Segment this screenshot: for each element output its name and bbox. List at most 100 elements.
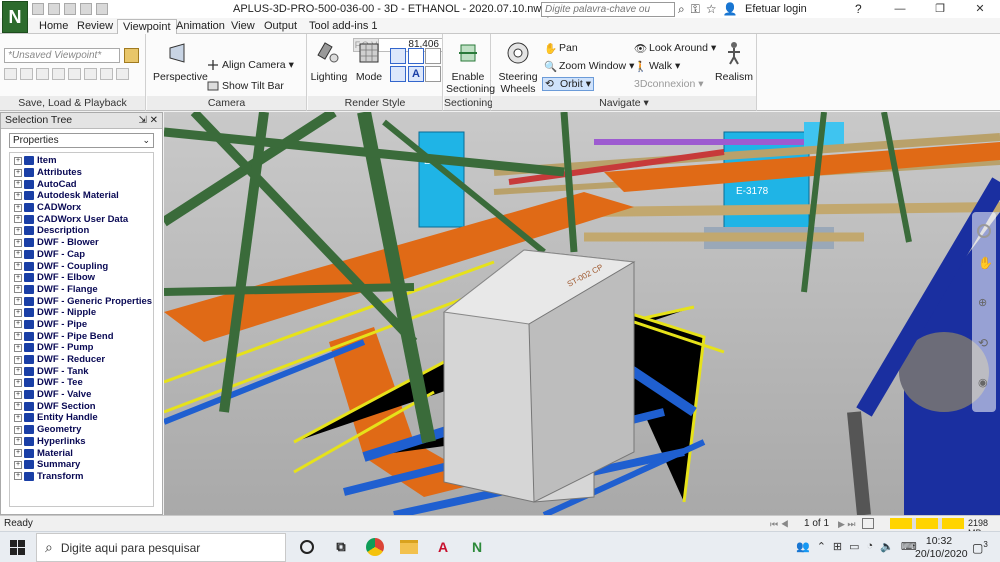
text-icon[interactable]: A bbox=[408, 66, 424, 82]
expand-icon[interactable]: + bbox=[14, 390, 22, 399]
tree-item[interactable]: + DWF - Cap bbox=[14, 249, 153, 261]
tree-item[interactable]: + DWF - Pump bbox=[14, 342, 153, 354]
lighting-button[interactable]: Lighting bbox=[310, 40, 348, 83]
chrome-icon[interactable] bbox=[364, 536, 386, 558]
next-frame-icon[interactable] bbox=[100, 68, 113, 80]
expand-icon[interactable]: + bbox=[14, 332, 22, 341]
tree-item[interactable]: + CADWorx User Data bbox=[14, 213, 153, 225]
expand-icon[interactable]: + bbox=[14, 449, 22, 458]
tree-item[interactable]: + AutoCad bbox=[14, 178, 153, 190]
tree-item[interactable]: + DWF - Reducer bbox=[14, 354, 153, 366]
orbit-button[interactable]: ⟲ Orbit ▾ bbox=[542, 77, 595, 91]
people-icon[interactable]: 👥 bbox=[796, 540, 810, 553]
print-icon[interactable] bbox=[64, 3, 76, 15]
battery-icon[interactable]: ▭ bbox=[849, 540, 859, 553]
expand-icon[interactable]: + bbox=[14, 273, 22, 282]
tree-item[interactable]: + CADWorx bbox=[14, 202, 153, 214]
tree-item[interactable]: + Attributes bbox=[14, 167, 153, 179]
binoculars-icon[interactable]: ⌕ bbox=[678, 2, 685, 17]
tree-item[interactable]: + DWF - Pipe bbox=[14, 319, 153, 331]
save-viewpoint-icon[interactable] bbox=[124, 48, 139, 63]
expand-icon[interactable]: + bbox=[14, 378, 22, 387]
expand-icon[interactable]: + bbox=[14, 191, 22, 200]
play-back-icon[interactable] bbox=[36, 68, 49, 80]
tree-item[interactable]: + Autodesk Material bbox=[14, 190, 153, 202]
subscription-icon[interactable]: ⚿ bbox=[691, 2, 700, 17]
expand-icon[interactable]: + bbox=[14, 472, 22, 481]
tree-item[interactable]: + Material bbox=[14, 447, 153, 459]
prev-frame-icon[interactable] bbox=[20, 68, 33, 80]
expand-icon[interactable]: + bbox=[14, 203, 22, 212]
zoom-icon[interactable]: ⊕ bbox=[978, 296, 987, 309]
maximize-button[interactable]: ❐ bbox=[920, 0, 960, 18]
first-sheet-icon[interactable]: ⏮ ◀ bbox=[770, 519, 789, 530]
tree-item[interactable]: + Summary bbox=[14, 459, 153, 471]
walk-button[interactable]: 🚶 Walk ▾ bbox=[634, 60, 680, 73]
tab-home[interactable]: Home bbox=[34, 19, 73, 34]
expand-icon[interactable]: + bbox=[14, 343, 22, 352]
last-frame-icon[interactable] bbox=[116, 68, 129, 80]
tree-item[interactable]: + Geometry bbox=[14, 424, 153, 436]
tab-output[interactable]: Output bbox=[259, 19, 302, 34]
tree-item[interactable]: + DWF Section bbox=[14, 400, 153, 412]
tab-tool-addins[interactable]: Tool add-ins 1 bbox=[304, 19, 383, 34]
expand-icon[interactable]: + bbox=[14, 460, 22, 469]
taskbar-clock[interactable]: 10:32 20/10/2020 bbox=[915, 535, 968, 561]
file-explorer-icon[interactable] bbox=[398, 536, 420, 558]
hand-icon[interactable]: ✋ bbox=[978, 256, 993, 270]
panel-close-icon[interactable]: ⇲ ✕ bbox=[138, 113, 158, 128]
user-icon[interactable]: 👤 bbox=[723, 2, 738, 17]
pan-button[interactable]: ✋ Pan bbox=[544, 42, 578, 55]
save-icon[interactable] bbox=[48, 3, 60, 15]
viewpoint-dropdown[interactable]: *Unsaved Viewpoint* bbox=[4, 48, 120, 63]
notification-center-icon[interactable]: ▢3 bbox=[972, 540, 988, 555]
steering-wheel-icon[interactable] bbox=[977, 224, 991, 238]
tab-viewpoint[interactable]: Viewpoint bbox=[117, 19, 177, 34]
tab-animation[interactable]: Animation bbox=[171, 19, 230, 34]
tree-item[interactable]: + DWF - Elbow bbox=[14, 272, 153, 284]
expand-icon[interactable]: + bbox=[14, 285, 22, 294]
full-render-icon[interactable] bbox=[390, 48, 406, 64]
zoom-window-button[interactable]: 🔍 Zoom Window ▾ bbox=[544, 60, 634, 73]
tree-item[interactable]: + DWF - Pipe Bend bbox=[14, 330, 153, 342]
expand-icon[interactable]: + bbox=[14, 226, 22, 235]
look-icon[interactable]: ◉ bbox=[978, 376, 988, 389]
login-button[interactable]: Efetuar login bbox=[745, 3, 807, 15]
expand-icon[interactable]: + bbox=[14, 156, 22, 165]
favorite-icon[interactable]: ☆ bbox=[706, 2, 717, 17]
3dconnexion-button[interactable]: 3Dconnexion ▾ bbox=[634, 78, 704, 90]
tree-item[interactable]: + Item bbox=[14, 155, 153, 167]
volume-icon[interactable]: 🔈 bbox=[880, 540, 894, 553]
pause-icon[interactable] bbox=[68, 68, 81, 80]
expand-icon[interactable]: + bbox=[14, 355, 22, 364]
tree-item[interactable]: + Hyperlinks bbox=[14, 436, 153, 448]
cortana-icon[interactable] bbox=[296, 536, 318, 558]
redo-icon[interactable] bbox=[96, 3, 108, 15]
open-icon[interactable] bbox=[32, 3, 44, 15]
windows-start-icon[interactable] bbox=[10, 540, 25, 555]
tree-item[interactable]: + DWF - Flange bbox=[14, 284, 153, 296]
autocad-icon[interactable]: A bbox=[432, 536, 454, 558]
expand-icon[interactable]: + bbox=[14, 250, 22, 259]
perspective-button[interactable]: Perspective bbox=[153, 40, 208, 83]
tree-item[interactable]: + DWF - Blower bbox=[14, 237, 153, 249]
sheet-browser-icon[interactable] bbox=[862, 518, 874, 529]
tree-item[interactable]: + DWF - Tee bbox=[14, 377, 153, 389]
orbit-icon[interactable]: ⟲ bbox=[978, 336, 988, 350]
align-camera-button[interactable]: Align Camera ▾ bbox=[207, 59, 294, 71]
expand-icon[interactable]: + bbox=[14, 215, 22, 224]
first-frame-icon[interactable] bbox=[4, 68, 17, 80]
minimize-button[interactable]: — bbox=[880, 0, 920, 18]
help-search-input[interactable]: Digite palavra-chave ou frase bbox=[541, 2, 675, 28]
tree-item[interactable]: + Entity Handle bbox=[14, 412, 153, 424]
expand-icon[interactable]: + bbox=[14, 402, 22, 411]
taskbar-search-input[interactable]: ⌕ Digite aqui para pesquisar bbox=[36, 533, 286, 562]
points-icon[interactable] bbox=[390, 66, 406, 82]
play-icon[interactable] bbox=[84, 68, 97, 80]
steering-wheels-button[interactable]: Steering Wheels bbox=[496, 40, 540, 95]
navisworks-icon[interactable]: N bbox=[466, 536, 488, 558]
expand-icon[interactable]: + bbox=[14, 262, 22, 271]
look-around-button[interactable]: 👁 Look Around ▾ bbox=[634, 42, 716, 55]
lines-icon[interactable] bbox=[425, 66, 441, 82]
3d-viewport[interactable]: E-3158 E-3178 bbox=[164, 112, 1000, 515]
